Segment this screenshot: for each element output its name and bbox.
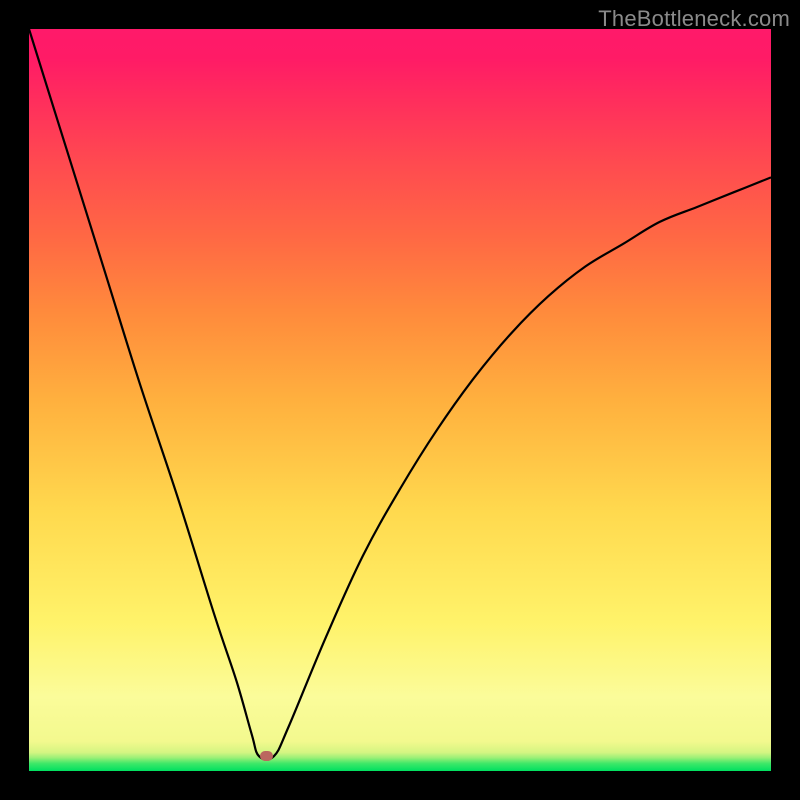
plot-area xyxy=(29,29,771,771)
chart-frame: TheBottleneck.com xyxy=(0,0,800,800)
curve-layer xyxy=(29,29,771,771)
bottleneck-curve-path xyxy=(29,29,771,760)
